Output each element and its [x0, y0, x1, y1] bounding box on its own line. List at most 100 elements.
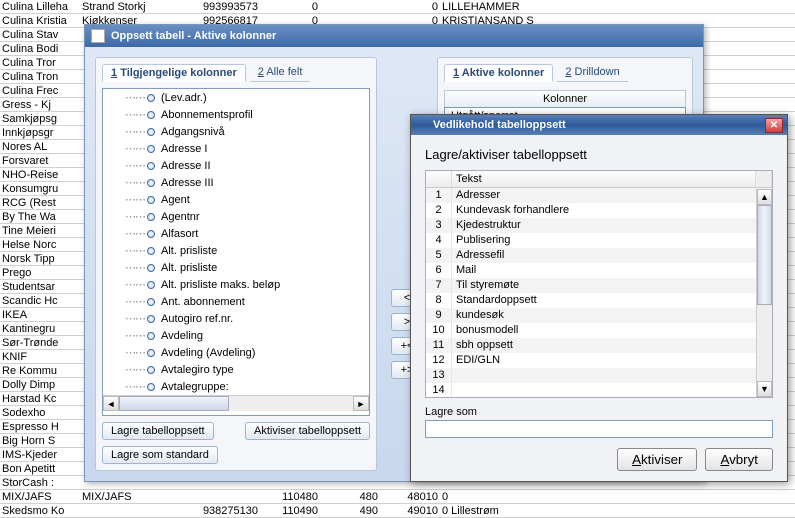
close-icon[interactable]: ✕	[765, 118, 783, 133]
available-columns-tree[interactable]: ⋯⋯(Lev.adr.)⋯⋯Abonnementsprofil⋯⋯Adgangs…	[102, 88, 370, 416]
tree-item[interactable]: ⋯⋯Alt. prisliste	[103, 242, 369, 259]
grid-row[interactable]: 6Mail	[426, 263, 772, 278]
save-as-default-button[interactable]: Lagre som standard	[102, 446, 218, 464]
row-text: Adresser	[452, 188, 772, 203]
activate-button[interactable]: Aktiviser	[617, 448, 697, 471]
row-number: 5	[426, 248, 452, 263]
save-as-input[interactable]	[425, 420, 773, 438]
grid-row[interactable]: 4Publisering	[426, 233, 772, 248]
bullet-icon	[147, 383, 155, 391]
grid-row[interactable]: 5Adressefil	[426, 248, 772, 263]
save-layout-button[interactable]: Lagre tabelloppsett	[102, 422, 214, 440]
bullet-icon	[147, 128, 155, 136]
tree-item[interactable]: ⋯⋯Abonnementsprofil	[103, 106, 369, 123]
dialog1-titlebar[interactable]: Oppsett tabell - Aktive kolonner	[85, 25, 703, 47]
bullet-icon	[147, 213, 155, 221]
tree-item-label: Avtalegruppe:	[161, 381, 229, 393]
row-number: 9	[426, 308, 452, 323]
tab-drilldown[interactable]: 2 Drilldown	[557, 64, 627, 82]
scrollbar-vertical[interactable]: ▲ ▼	[756, 189, 772, 397]
bullet-icon	[147, 162, 155, 170]
grid-row[interactable]: 1Adresser	[426, 188, 772, 203]
tree-item-label: Alt. prisliste	[161, 262, 217, 274]
grid-header: Tekst	[426, 171, 772, 188]
activate-layout-button[interactable]: Aktiviser tabelloppsett	[245, 422, 370, 440]
bullet-icon	[147, 247, 155, 255]
scroll-down-icon[interactable]: ▼	[757, 381, 772, 397]
grid-header-text[interactable]: Tekst	[452, 171, 756, 187]
grid-row[interactable]: 10bonusmodell	[426, 323, 772, 338]
tree-item[interactable]: ⋯⋯Adresse II	[103, 157, 369, 174]
grid-row[interactable]: 14	[426, 383, 772, 398]
scroll-up-icon[interactable]: ▲	[757, 189, 772, 205]
tree-item[interactable]: ⋯⋯Alt. prisliste maks. beløp	[103, 276, 369, 293]
left-tabs: 1 Tilgjengelige kolonner 2 Alle felt	[102, 64, 370, 82]
row-text: Mail	[452, 263, 772, 278]
bullet-icon	[147, 281, 155, 289]
cancel-button[interactable]: Avbryt	[705, 448, 773, 471]
grid-row[interactable]: 7Til styremøte	[426, 278, 772, 293]
right-tabs: 1 Aktive kolonner 2 Drilldown	[444, 64, 686, 82]
scrollbar-horizontal[interactable]: ◄►	[103, 395, 369, 411]
layout-grid[interactable]: Tekst 1Adresser2Kundevask forhandlere3Kj…	[425, 170, 773, 398]
tree-item-label: Adresse I	[161, 143, 207, 155]
row-text: bonusmodell	[452, 323, 772, 338]
active-columns-header: Kolonner	[444, 90, 686, 107]
scroll-left-icon[interactable]: ◄	[103, 396, 119, 411]
dialog2-title: Vedlikehold tabelloppsett	[433, 115, 566, 135]
grid-row[interactable]: 3Kjedestruktur	[426, 218, 772, 233]
tree-item[interactable]: ⋯⋯Avdeling (Avdeling)	[103, 344, 369, 361]
tree-item[interactable]: ⋯⋯Agentnr	[103, 208, 369, 225]
row-number: 8	[426, 293, 452, 308]
row-text: Kundevask forhandlere	[452, 203, 772, 218]
tree-item[interactable]: ⋯⋯Avdeling	[103, 327, 369, 344]
table-row[interactable]: Culina LillehaStrand Storkj99399357300LI…	[0, 0, 795, 14]
dialog2-titlebar[interactable]: Vedlikehold tabelloppsett ✕	[411, 115, 787, 135]
tree-item-label: Ant. abonnement	[161, 296, 245, 308]
bullet-icon	[147, 298, 155, 306]
tree-item[interactable]: ⋯⋯Autogiro ref.nr.	[103, 310, 369, 327]
tab-active-columns[interactable]: 1 Aktive kolonner	[444, 64, 553, 82]
grid-row[interactable]: 9kundesøk	[426, 308, 772, 323]
scroll-thumb[interactable]	[119, 396, 229, 411]
tree-item[interactable]: ⋯⋯Adgangsnivå	[103, 123, 369, 140]
tree-item[interactable]: ⋯⋯Adresse III	[103, 174, 369, 191]
grid-row[interactable]: 11sbh oppsett	[426, 338, 772, 353]
tree-item[interactable]: ⋯⋯Avtalegiro type	[103, 361, 369, 378]
grid-row[interactable]: 13	[426, 368, 772, 383]
bullet-icon	[147, 145, 155, 153]
grid-row[interactable]: 8Standardoppsett	[426, 293, 772, 308]
tree-item[interactable]: ⋯⋯Adresse I	[103, 140, 369, 157]
bullet-icon	[147, 111, 155, 119]
tree-item[interactable]: ⋯⋯Alfasort	[103, 225, 369, 242]
tree-item-label: Abonnementsprofil	[161, 109, 253, 121]
grid-row[interactable]: 2Kundevask forhandlere	[426, 203, 772, 218]
row-number: 4	[426, 233, 452, 248]
tree-item[interactable]: ⋯⋯Avtalegruppe:	[103, 378, 369, 395]
grid-row[interactable]: 12EDI/GLN	[426, 353, 772, 368]
tree-item[interactable]: ⋯⋯(Lev.adr.)	[103, 89, 369, 106]
tree-item-label: Alt. prisliste maks. beløp	[161, 279, 280, 291]
row-text: Standardoppsett	[452, 293, 772, 308]
tree-item-label: Adresse II	[161, 160, 211, 172]
scroll-right-icon[interactable]: ►	[353, 396, 369, 411]
tree-item[interactable]: ⋯⋯Ant. abonnement	[103, 293, 369, 310]
tree-item[interactable]: ⋯⋯Alt. prisliste	[103, 259, 369, 276]
tree-item-label: Avdeling	[161, 330, 203, 342]
row-number: 6	[426, 263, 452, 278]
grid-header-scroll	[756, 171, 772, 187]
window-icon	[91, 29, 105, 43]
row-number: 1	[426, 188, 452, 203]
tree-item[interactable]: ⋯⋯Agent	[103, 191, 369, 208]
dialog2-heading: Lagre/aktiviser tabelloppsett	[425, 147, 773, 162]
tab-all-fields[interactable]: 2 Alle felt	[250, 64, 311, 82]
row-number: 13	[426, 368, 452, 383]
tree-item-label: Autogiro ref.nr.	[161, 313, 233, 325]
scroll-thumb[interactable]	[757, 205, 772, 305]
available-columns-panel: 1 Tilgjengelige kolonner 2 Alle felt ⋯⋯(…	[95, 57, 377, 471]
table-row[interactable]: MIX/JAFSMIX/JAFS110480480480100	[0, 490, 795, 504]
table-row[interactable]: Skedsmo Ko938275130110490490490100 Lille…	[0, 504, 795, 518]
row-number: 14	[426, 383, 452, 398]
tab-available-columns[interactable]: 1 Tilgjengelige kolonner	[102, 64, 246, 82]
tree-item-label: Avdeling (Avdeling)	[161, 347, 255, 359]
